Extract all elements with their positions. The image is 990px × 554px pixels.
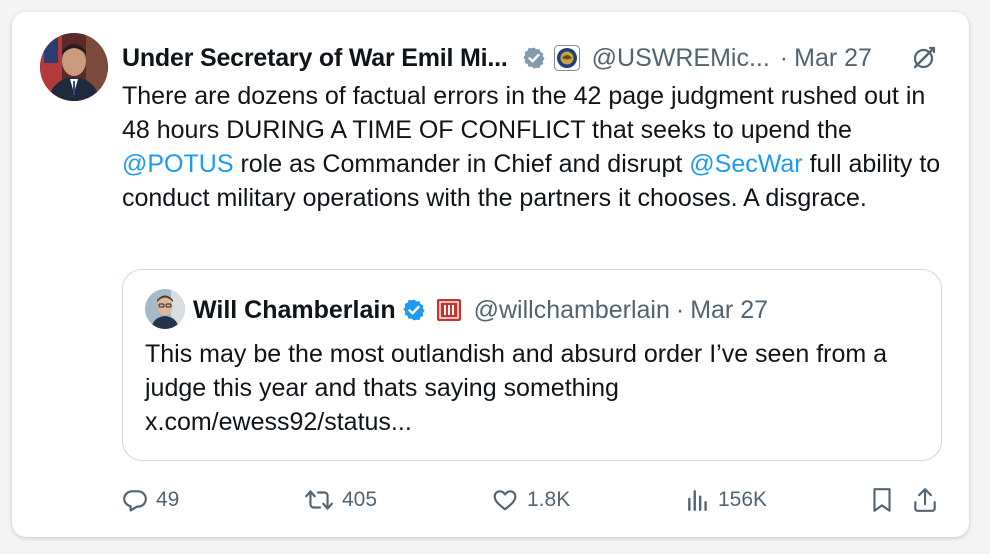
repost-count: 405 <box>342 488 378 511</box>
quoted-tweet-header: Will Chamberlain @willchamberlain · Mar … <box>193 292 768 328</box>
tweet-date[interactable]: Mar 27 <box>794 44 872 73</box>
verified-blue-badge-icon[interactable] <box>402 298 426 322</box>
quoted-tweet-link[interactable]: x.com/ewess92/status... <box>145 408 412 436</box>
tweet-text-part: role as Commander in Chief and disrupt <box>233 150 690 178</box>
bookmark-icon <box>870 486 894 514</box>
views-button[interactable]: 156K <box>686 482 767 518</box>
share-button[interactable] <box>912 482 938 518</box>
tweet-text: There are dozens of factual errors in th… <box>122 79 952 215</box>
tweet-header: Under Secretary of War Emil Mi... @USWRE… <box>122 40 937 76</box>
repost-icon <box>304 487 334 513</box>
quoted-author-avatar[interactable] <box>145 289 185 329</box>
like-button[interactable]: 1.8K <box>491 482 570 518</box>
author-avatar[interactable] <box>40 33 108 101</box>
quoted-author-handle[interactable]: @willchamberlain <box>474 296 670 325</box>
flag-icon <box>436 298 462 322</box>
quoted-tweet-date[interactable]: Mar 27 <box>690 296 768 325</box>
department-seal-icon[interactable] <box>553 45 580 71</box>
tweet-text-part: There are dozens of factual errors in th… <box>122 82 926 144</box>
tweet-card[interactable]: Under Secretary of War Emil Mi... @USWRE… <box>12 12 969 537</box>
repost-button[interactable]: 405 <box>304 482 377 518</box>
quoted-tweet[interactable]: Will Chamberlain @willchamberlain · Mar … <box>122 269 942 461</box>
verified-gray-badge-icon[interactable] <box>522 46 546 70</box>
reply-icon <box>122 487 148 513</box>
grok-icon[interactable] <box>911 45 937 71</box>
quoted-author-name[interactable]: Will Chamberlain <box>193 296 396 325</box>
author-name[interactable]: Under Secretary of War Emil Mi... <box>122 44 508 73</box>
reply-button[interactable]: 49 <box>122 482 179 518</box>
views-icon <box>686 487 710 513</box>
quoted-tweet-text: This may be the most outlandish and absu… <box>145 337 925 439</box>
views-count: 156K <box>718 488 768 511</box>
separator-dot: · <box>675 295 685 324</box>
quoted-tweet-body: This may be the most outlandish and absu… <box>145 340 888 402</box>
reply-count: 49 <box>156 488 180 511</box>
like-count: 1.8K <box>527 488 571 511</box>
bookmark-button[interactable] <box>870 482 894 518</box>
separator-dot: · <box>779 43 789 72</box>
action-bar: 49 405 1.8K 156K <box>122 482 942 518</box>
mention-link-potus[interactable]: @POTUS <box>122 150 234 178</box>
author-handle[interactable]: @USWREMic... <box>592 44 770 73</box>
share-icon <box>912 486 938 514</box>
mention-link-secwar[interactable]: @SecWar <box>689 150 802 178</box>
like-icon <box>491 487 519 513</box>
